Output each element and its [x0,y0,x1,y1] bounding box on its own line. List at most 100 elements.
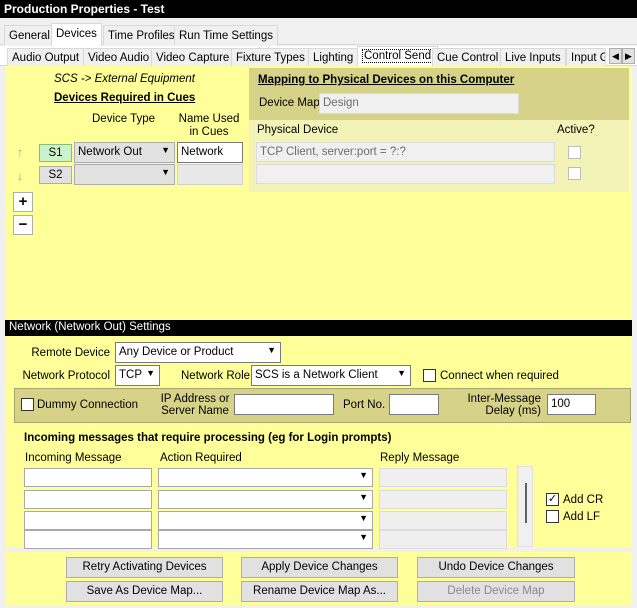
delay-label-line1: Inter-Message [467,393,541,405]
tab-live-inputs[interactable]: Live Inputs [500,48,566,66]
apply-device-changes-button[interactable]: Apply Device Changes [241,557,398,578]
network-role-label: Network Role [181,370,251,382]
network-protocol-select[interactable]: TCP ▼ [115,365,160,386]
incoming-messages-title: Incoming messages that require processin… [24,432,392,444]
tab-scroll-right-icon[interactable]: ▶ [622,48,635,64]
delete-device-map-button[interactable]: Delete Device Map [417,581,575,602]
delay-label-line2: Delay (ms) [485,405,541,417]
tab-input-g[interactable]: Input G [566,48,606,66]
tab-general[interactable]: General [4,25,55,45]
tab-scroll-left-icon[interactable]: ◀ [609,48,622,64]
ip-address-field[interactable] [234,394,334,415]
top-tab-bar: General Devices Time Profiles Run Time S… [0,23,637,46]
tab-video-audio[interactable]: Video Audio [83,48,155,66]
inter-message-delay-field[interactable]: 100 [547,394,596,415]
chevron-down-icon: ▼ [267,345,276,355]
incoming-scrollbar[interactable] [517,466,533,547]
chevron-down-icon: ▼ [161,167,170,177]
tab-time-profiles[interactable]: Time Profiles [103,25,180,45]
chevron-down-icon: ▼ [146,368,155,378]
chevron-down-icon: ▼ [359,513,368,523]
device-row-id-s1[interactable]: S1 [39,144,72,162]
physical-device-field-1[interactable]: TCP Client, server:port = ?:? [256,142,555,162]
tab-cue-control[interactable]: Cue Control [432,48,504,66]
incoming-message-cell[interactable] [24,511,152,530]
tab-fixture-types[interactable]: Fixture Types [231,48,310,66]
device-type-select-s2[interactable]: ▼ [74,164,175,185]
remote-device-select[interactable]: Any Device or Product ▼ [115,342,281,363]
action-required-select[interactable]: ▼ [158,511,373,530]
incoming-message-cell[interactable] [24,468,152,487]
device-type-select-s1[interactable]: Network Out ▼ [74,142,175,163]
device-row-id-s2[interactable]: S2 [39,166,72,184]
physical-device-field-2[interactable] [256,164,555,184]
devices-required-heading: Devices Required in Cues [54,92,196,104]
port-field[interactable] [389,394,439,415]
reply-message-cell[interactable] [379,468,507,487]
reply-message-cell[interactable] [379,511,507,530]
active-header: Active? [557,124,595,136]
move-down-icon[interactable]: ↓ [17,169,23,183]
name-used-header: Name Used in Cues [178,113,240,138]
reply-message-cell[interactable] [379,490,507,509]
name-used-field-s2[interactable] [177,164,243,185]
tab-audio-output[interactable]: Audio Output [7,48,85,66]
connect-when-required-label: Connect when required [440,370,559,382]
network-protocol-value: TCP [119,369,142,381]
retry-activating-button[interactable]: Retry Activating Devices [66,557,223,578]
remove-device-button[interactable]: − [13,215,33,235]
chevron-down-icon: ▼ [397,368,406,378]
connect-when-required-checkbox[interactable] [423,369,436,382]
tab-video-capture[interactable]: Video Capture [151,48,235,66]
save-as-device-map-button[interactable]: Save As Device Map... [66,581,223,602]
add-lf-checkbox[interactable] [546,510,559,523]
device-type-header: Device Type [92,113,156,125]
mapping-title: Mapping to Physical Devices on this Comp… [258,74,515,86]
ip-address-label-line1: IP Address or [160,393,230,405]
action-required-select[interactable]: ▼ [158,468,373,487]
window-title: Production Properties - Test [0,0,637,18]
port-label: Port No. [343,399,386,411]
ip-address-label: IP Address or Server Name [160,393,230,417]
network-role-select[interactable]: SCS is a Network Client ▼ [251,365,411,386]
add-cr-checkbox[interactable]: ✓ [546,493,559,506]
direction-label: SCS -> External Equipment [54,73,195,85]
add-device-button[interactable]: + [13,192,33,212]
tab-devices[interactable]: Devices [51,23,102,46]
incoming-message-cell[interactable] [24,530,152,549]
active-checkbox-2[interactable] [568,167,581,180]
tab-run-time-settings[interactable]: Run Time Settings [174,25,278,45]
physical-device-header: Physical Device [257,124,339,136]
action-required-select[interactable]: ▼ [158,530,373,549]
name-used-field-s1[interactable]: Network [177,142,243,163]
chevron-down-icon: ▼ [359,492,368,502]
chevron-down-icon: ▼ [161,145,170,155]
tab-lighting[interactable]: Lighting [308,48,359,66]
rename-device-map-button[interactable]: Rename Device Map As... [241,581,398,602]
action-required-select[interactable]: ▼ [158,490,373,509]
network-settings-header: Network (Network Out) Settings [5,320,632,336]
tab-scroll-arrows: ◀ ▶ [609,48,635,64]
remote-device-label: Remote Device [31,347,110,359]
tab-control-send[interactable]: Control Send [357,46,439,66]
device-map-field[interactable]: Design [319,93,519,114]
device-map-label: Device Map [259,97,320,109]
chevron-down-icon: ▼ [359,470,368,480]
reply-message-header: Reply Message [380,452,460,464]
scrollbar-thumb[interactable] [525,483,527,523]
sub-tab-bar: Audio Output Video Audio Video Capture F… [0,46,637,66]
move-up-icon[interactable]: ↑ [17,145,23,159]
tab-control-send-label: Control Send [362,49,434,63]
remote-device-value: Any Device or Product [119,346,234,358]
undo-device-changes-button[interactable]: Undo Device Changes [417,557,575,578]
network-protocol-label: Network Protocol [22,370,110,382]
network-role-value: SCS is a Network Client [255,369,378,381]
incoming-message-header: Incoming Message [25,452,122,464]
dummy-connection-checkbox[interactable] [21,398,34,411]
ip-address-label-line2: Server Name [161,405,229,417]
dummy-connection-label: Dummy Connection [37,399,138,411]
incoming-message-cell[interactable] [24,490,152,509]
active-checkbox-1[interactable] [568,146,581,159]
reply-message-cell[interactable] [379,530,507,549]
add-cr-label: Add CR [563,494,604,506]
